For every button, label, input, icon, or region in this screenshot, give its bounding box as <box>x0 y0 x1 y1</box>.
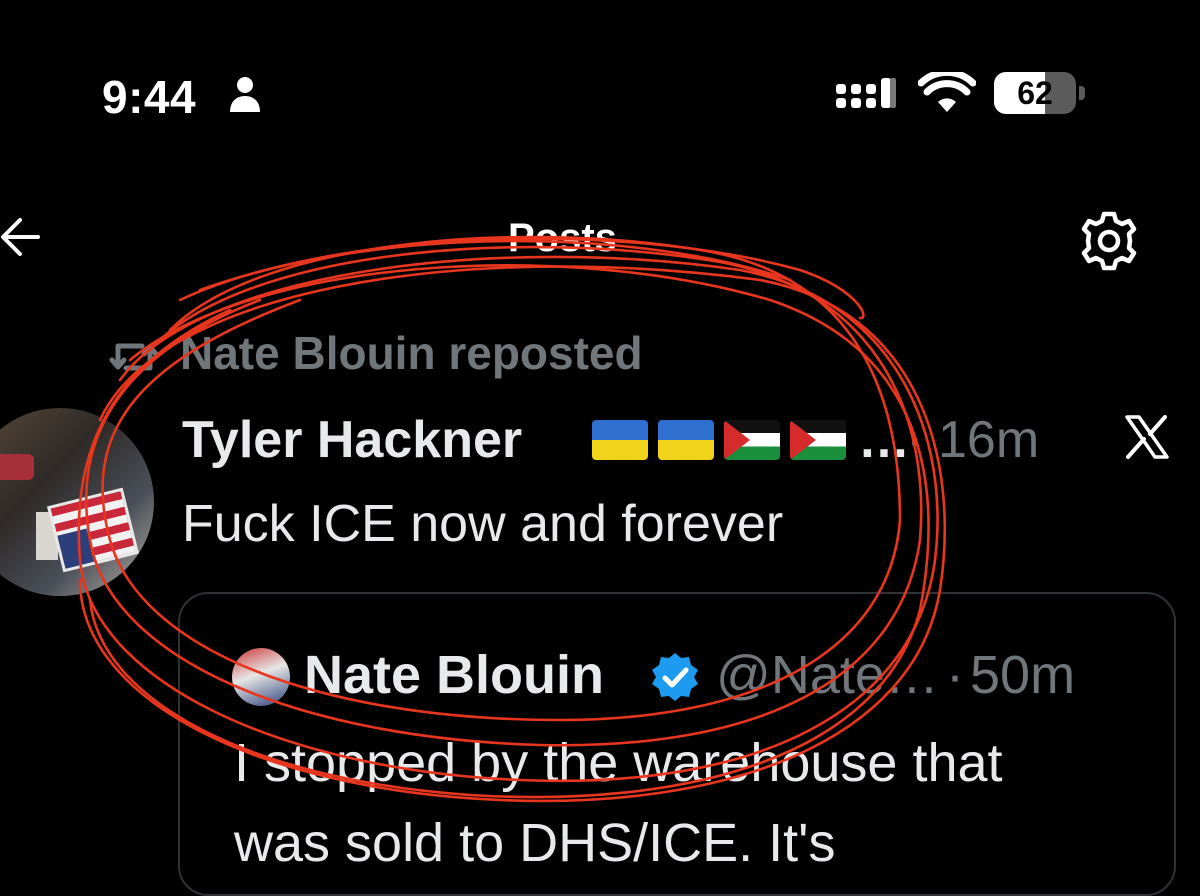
ukraine-flag-icon <box>658 420 714 460</box>
author-avatar[interactable] <box>0 408 154 596</box>
meta-separator: · <box>906 411 924 469</box>
battery-icon: 62 <box>994 72 1090 116</box>
battery-percent: 62 <box>1017 75 1053 111</box>
quoted-author-name: Nate Blouin <box>304 645 605 705</box>
palestine-flag-icon <box>790 420 846 460</box>
post-text: Fuck ICE now and forever <box>182 495 784 553</box>
post-timestamp[interactable]: 16m <box>938 410 1039 470</box>
ukraine-flag-icon <box>592 420 648 460</box>
settings-gear-icon[interactable] <box>1078 210 1140 272</box>
quoted-author-handle: @Nate… <box>716 645 939 705</box>
name-truncation: … <box>858 411 910 469</box>
quoted-author-avatar <box>232 648 290 706</box>
author-name[interactable]: Tyler Hackner <box>182 410 522 470</box>
quoted-meta-separator: · <box>946 645 964 705</box>
x-logo-icon <box>1125 415 1169 459</box>
quoted-post-timestamp: 50m <box>970 645 1076 705</box>
quoted-post-text-line2: was sold to DHS/ICE. It's <box>234 813 836 873</box>
repost-icon <box>109 343 159 371</box>
person-icon <box>230 77 260 112</box>
signal-icon <box>836 78 896 108</box>
wifi-icon <box>918 72 976 112</box>
status-time: 9:44 <box>102 71 197 123</box>
page-title: Posts <box>508 216 617 260</box>
verified-badge-icon <box>652 653 698 701</box>
back-arrow-icon[interactable] <box>0 214 42 260</box>
palestine-flag-icon <box>724 420 780 460</box>
quoted-post-text-line1: I stopped by the warehouse that <box>234 733 1003 793</box>
repost-label[interactable]: Nate Blouin reposted <box>180 326 643 380</box>
